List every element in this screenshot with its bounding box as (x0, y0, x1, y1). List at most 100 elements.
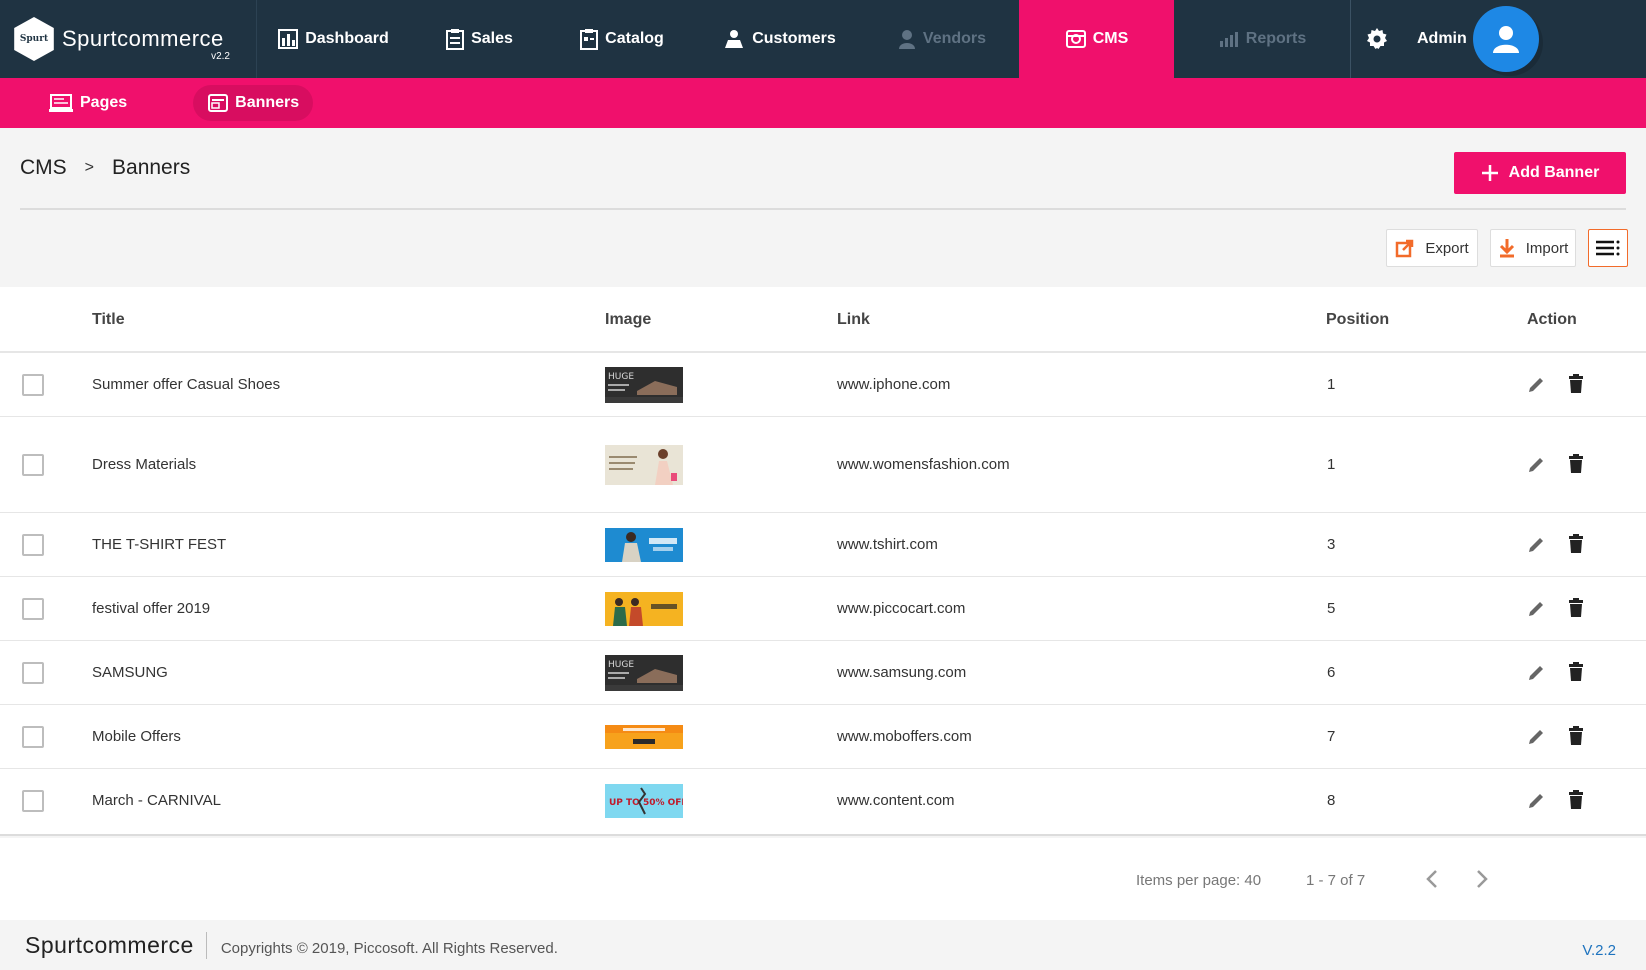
edit-pencil-icon[interactable] (1526, 599, 1546, 619)
nav-catalog[interactable]: Catalog (549, 0, 694, 78)
nav-customers-label: Customers (752, 30, 836, 47)
breadcrumb: CMS > Banners Add Banner (20, 128, 1626, 210)
admin-name[interactable]: Admin (1417, 0, 1467, 78)
banner-thumbnail (605, 445, 683, 485)
nav-cms-label: CMS (1092, 30, 1129, 47)
row-link: www.womensfashion.com (837, 456, 1010, 473)
add-banner-label: Add Banner (1508, 164, 1600, 181)
footer-version[interactable]: V.2.2 (1582, 942, 1616, 959)
subnav-pages[interactable]: Pages (34, 85, 141, 121)
row-title: Dress Materials (92, 456, 197, 473)
edit-pencil-icon[interactable] (1526, 535, 1546, 555)
nav-dashboard-label: Dashboard (305, 30, 389, 47)
banners-table: Title Image Link Position Action Summer … (0, 287, 1646, 836)
row-link: www.piccocart.com (837, 600, 966, 617)
nav-sales-label: Sales (471, 30, 513, 47)
row-checkbox[interactable] (22, 662, 44, 684)
trash-icon[interactable] (1568, 662, 1584, 682)
catalog-icon (580, 29, 599, 50)
edit-pencil-icon[interactable] (1526, 727, 1546, 747)
gear-icon (1367, 28, 1387, 49)
breadcrumb-separator: > (84, 159, 95, 176)
breadcrumb-current: Banners (112, 156, 191, 179)
footer-copyright: Copyrights © 2019, Piccosoft. All Rights… (220, 939, 558, 957)
nav-vendors[interactable]: Vendors (864, 0, 1019, 78)
trash-icon[interactable] (1568, 374, 1584, 394)
row-checkbox[interactable] (22, 454, 44, 476)
edit-pencil-icon[interactable] (1526, 663, 1546, 683)
download-icon (1499, 239, 1514, 258)
chevron-right-icon[interactable] (1474, 868, 1490, 890)
subnav-banners[interactable]: Banners (193, 85, 314, 121)
chevron-left-icon[interactable] (1424, 868, 1440, 890)
row-position: 1 (1327, 376, 1336, 393)
table-row: festival offer 2019 www.piccocart.com 5 (0, 577, 1646, 641)
trash-icon[interactable] (1568, 534, 1584, 554)
row-checkbox[interactable] (22, 534, 44, 556)
edit-pencil-icon[interactable] (1526, 791, 1546, 811)
table-row: Dress Materials www.womensfashion.com 1 (0, 417, 1646, 513)
header-link[interactable]: Link (837, 311, 870, 329)
avatar[interactable] (1472, 6, 1539, 72)
nav-customers[interactable]: Customers (694, 0, 864, 78)
nav-dashboard[interactable]: Dashboard (257, 0, 409, 78)
breadcrumb-root[interactable]: CMS (20, 156, 67, 180)
add-banner-button[interactable]: Add Banner (1454, 152, 1626, 194)
nav-cms[interactable]: CMS (1019, 0, 1174, 78)
row-position: 8 (1327, 792, 1336, 809)
header-position[interactable]: Position (1326, 311, 1389, 329)
table-row: Summer offer Casual Shoes HUGE www.iphon… (0, 353, 1646, 417)
nav-sales[interactable]: Sales (409, 0, 549, 78)
row-title: March - CARNIVAL (92, 792, 221, 809)
row-title: festival offer 2019 (92, 600, 211, 617)
row-position: 6 (1327, 664, 1336, 681)
row-link: www.moboffers.com (837, 728, 972, 745)
trash-icon[interactable] (1568, 790, 1584, 810)
banner-thumbnail: HUGE (605, 367, 683, 403)
clipboard-icon (446, 29, 465, 50)
banner-thumbnail: HUGE (605, 655, 683, 691)
subnav-banners-label: Banners (235, 94, 300, 111)
row-link: www.tshirt.com (837, 536, 938, 553)
row-position: 5 (1327, 600, 1336, 617)
row-checkbox[interactable] (22, 790, 44, 812)
nav-reports[interactable]: Reports (1174, 0, 1351, 78)
svg-text:UP TO 50% OFF: UP TO 50% OFF (609, 798, 683, 808)
plus-icon (1481, 165, 1498, 181)
row-link: www.content.com (837, 792, 955, 809)
top-navbar: Spurt Spurtcommerce v2.2 Dashboard Sales… (0, 0, 1646, 78)
brand-name: Spurtcommerce (62, 26, 224, 51)
nav-vendors-label: Vendors (922, 30, 987, 47)
column-menu-button[interactable] (1588, 229, 1628, 267)
trash-icon[interactable] (1568, 598, 1584, 618)
import-label: Import (1525, 239, 1569, 257)
banner-thumbnail (605, 592, 683, 626)
header-title[interactable]: Title (92, 311, 125, 329)
table-header: Title Image Link Position Action (0, 287, 1646, 353)
customers-icon (725, 30, 744, 48)
brand[interactable]: Spurt Spurtcommerce v2.2 (0, 0, 257, 78)
export-button[interactable]: Export (1386, 229, 1478, 267)
nav-catalog-label: Catalog (605, 30, 664, 47)
edit-pencil-icon[interactable] (1526, 455, 1546, 475)
import-button[interactable]: Import (1490, 229, 1576, 267)
row-checkbox[interactable] (22, 598, 44, 620)
row-position: 1 (1327, 456, 1336, 473)
banner-thumbnail: UP TO 50% OFF (605, 784, 683, 818)
svg-text:HUGE: HUGE (608, 660, 634, 670)
cms-icon (1065, 30, 1086, 48)
subnav-pages-label: Pages (80, 94, 128, 111)
trash-icon[interactable] (1568, 726, 1584, 746)
footer-brand: Spurtcommerce (25, 931, 207, 959)
vendor-icon (898, 30, 915, 49)
settings-button[interactable] (1351, 0, 1403, 78)
nav-reports-label: Reports (1245, 30, 1307, 47)
row-checkbox[interactable] (22, 374, 44, 396)
row-link: www.samsung.com (837, 664, 967, 681)
row-title: Summer offer Casual Shoes (92, 376, 281, 393)
dashboard-icon (278, 29, 299, 49)
items-per-page[interactable]: Items per page: 40 (1136, 872, 1261, 889)
edit-pencil-icon[interactable] (1526, 375, 1546, 395)
trash-icon[interactable] (1568, 454, 1584, 474)
row-checkbox[interactable] (22, 726, 44, 748)
